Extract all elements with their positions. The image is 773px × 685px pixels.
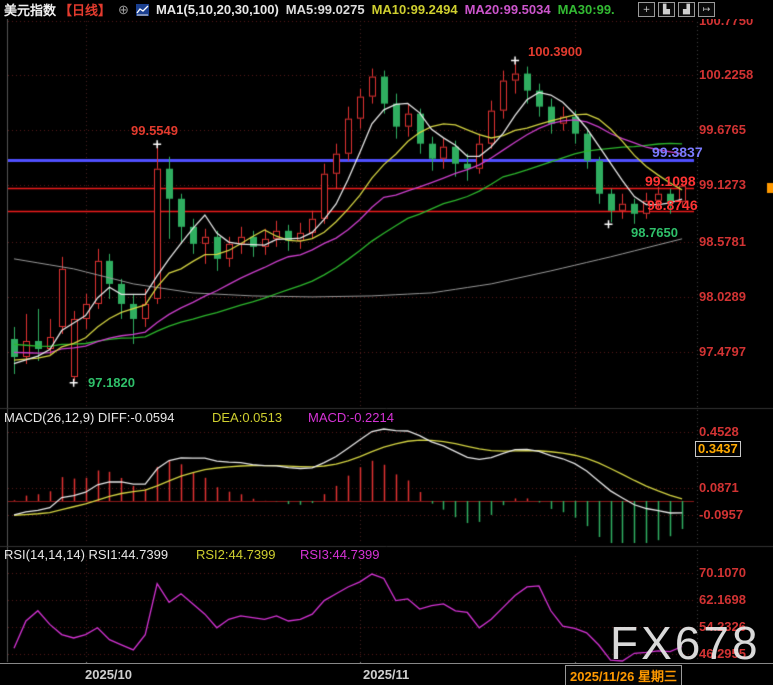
symbol-name: 美元指数: [4, 0, 56, 19]
axis-label: 97.4797: [699, 345, 746, 359]
axis-label: 98.0289: [699, 290, 746, 304]
annotation-high-1: 99.5549: [131, 124, 178, 138]
macd-macd-value: MACD:-0.2214: [308, 411, 394, 425]
fx678-watermark: FX678: [610, 616, 761, 670]
chart-window: 美元指数 【日线】 ⊕ MA1(5,10,20,30,100) MA5:99.0…: [0, 0, 773, 685]
axis-label: 99.6765: [699, 123, 746, 137]
axis-label: 99.1273: [699, 178, 746, 192]
mini-chart-icon: [136, 4, 149, 16]
ma20-value: MA20:99.5034: [465, 2, 551, 17]
macd-title: MACD(26,12,9) DIFF:-0.0594: [4, 411, 175, 425]
chart-pane-play-icon[interactable]: ▟: [678, 2, 695, 17]
axis-label: -0.0957: [699, 508, 743, 522]
blue-level-label: 99.3837: [652, 145, 703, 159]
axis-label: 70.1070: [699, 566, 746, 580]
collapse-right-icon[interactable]: ↦: [698, 2, 715, 17]
rsi2-value: RSI2:44.7399: [196, 548, 276, 562]
add-indicator-icon[interactable]: ⊕: [118, 2, 129, 18]
annotation-low-1: 98.7650: [631, 226, 678, 240]
axis-label: 0.3437: [695, 441, 741, 457]
annotation-high-2: 100.3900: [528, 45, 582, 59]
ma5-value: MA5:99.0275: [286, 2, 365, 17]
red-level-label-1: 99.1098: [645, 174, 696, 188]
ma-settings-label: MA1(5,10,20,30,100): [156, 2, 279, 17]
ma10-value: MA10:99.2494: [372, 2, 458, 17]
rsi-title: RSI(14,14,14) RSI1:44.7399: [4, 548, 168, 562]
period-label: 【日线】: [59, 0, 111, 19]
x-label-oct: 2025/10: [85, 667, 132, 682]
axis-label: 98.5781: [699, 235, 746, 249]
price-chart-canvas[interactable]: [0, 0, 773, 685]
annotation-low-2: 97.1820: [88, 376, 135, 390]
ma30-value: MA30:99.: [558, 2, 615, 17]
crosshair-tool-icon[interactable]: +: [638, 2, 655, 17]
rsi3-value: RSI3:44.7399: [300, 548, 380, 562]
chart-toolbar: + ▙ ▟ ↦: [638, 2, 715, 17]
axis-label: 0.4528: [699, 425, 739, 439]
axis-label: 0.0871: [699, 481, 739, 495]
macd-dea-value: DEA:0.0513: [212, 411, 282, 425]
x-label-nov: 2025/11: [363, 667, 409, 682]
axis-label: 100.2258: [699, 68, 753, 82]
chart-pane-left-icon[interactable]: ▙: [658, 2, 675, 17]
red-level-label-2: 98.8746: [647, 198, 698, 212]
axis-label: 62.1698: [699, 593, 746, 607]
